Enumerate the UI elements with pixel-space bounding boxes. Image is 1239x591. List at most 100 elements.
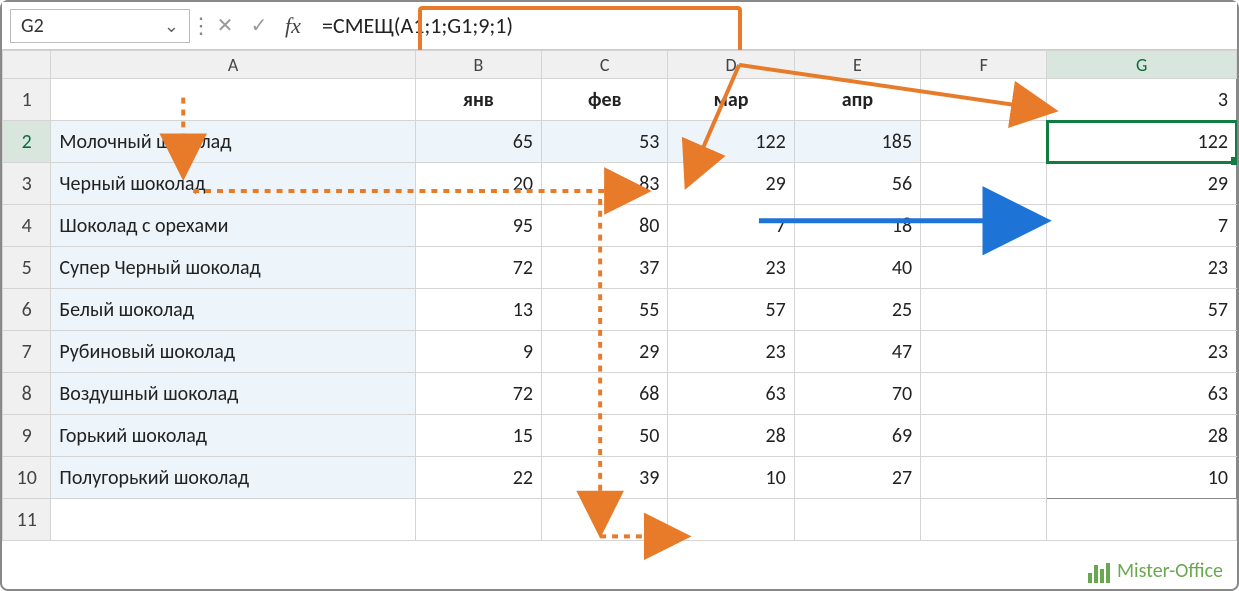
cell-D1[interactable]: мар [668,79,794,121]
cell-C5[interactable]: 37 [542,247,668,289]
cell-G6[interactable]: 57 [1047,289,1237,331]
cell-A7[interactable]: Рубиновый шоколад [51,331,415,373]
spreadsheet-grid[interactable]: A B C D E F G 1 янв фев мар апр 3 2 Моло… [2,50,1237,589]
col-header-A[interactable]: A [51,51,415,79]
col-header-B[interactable]: B [415,51,541,79]
cell-A2[interactable]: Молочный шоколад [51,121,415,163]
cell-D9[interactable]: 28 [668,415,794,457]
cell-B3[interactable]: 20 [415,163,541,205]
cell-F7[interactable] [921,331,1047,373]
select-all-corner[interactable] [3,51,51,79]
cell-D6[interactable]: 57 [668,289,794,331]
cell-C4[interactable]: 80 [542,205,668,247]
cell-B7[interactable]: 9 [415,331,541,373]
col-header-G[interactable]: G [1047,51,1237,79]
row-header-10[interactable]: 10 [3,457,51,499]
name-box[interactable]: G2 ⌄ [10,9,190,43]
cell-A1[interactable] [51,79,415,121]
fx-icon[interactable]: fx [278,11,308,41]
cell-G4[interactable]: 7 [1047,205,1237,247]
cell-D3[interactable]: 29 [668,163,794,205]
cell-C11[interactable] [542,499,668,541]
cell-D10[interactable]: 10 [668,457,794,499]
cell-G11[interactable] [1047,499,1237,541]
cell-E10[interactable]: 27 [794,457,920,499]
cell-B4[interactable]: 95 [415,205,541,247]
row-header-7[interactable]: 7 [3,331,51,373]
chevron-down-icon[interactable]: ⌄ [164,15,179,37]
cell-A11[interactable] [51,499,415,541]
enter-icon[interactable]: ✓ [244,11,274,41]
cell-F11[interactable] [921,499,1047,541]
cell-F8[interactable] [921,373,1047,415]
cell-F6[interactable] [921,289,1047,331]
cell-E6[interactable]: 25 [794,289,920,331]
cell-D4[interactable]: 7 [668,205,794,247]
cell-E4[interactable]: 18 [794,205,920,247]
cell-B1[interactable]: янв [415,79,541,121]
cell-F5[interactable] [921,247,1047,289]
cell-E2[interactable]: 185 [794,121,920,163]
cell-C6[interactable]: 55 [542,289,668,331]
cell-F1[interactable] [921,79,1047,121]
cell-A6[interactable]: Белый шоколад [51,289,415,331]
cell-B5[interactable]: 72 [415,247,541,289]
cell-C8[interactable]: 68 [542,373,668,415]
cell-B9[interactable]: 15 [415,415,541,457]
cell-B11[interactable] [415,499,541,541]
cell-E8[interactable]: 70 [794,373,920,415]
row-header-11[interactable]: 11 [3,499,51,541]
cell-G8[interactable]: 63 [1047,373,1237,415]
cell-C9[interactable]: 50 [542,415,668,457]
cell-G1[interactable]: 3 [1047,79,1237,121]
cell-C7[interactable]: 29 [542,331,668,373]
cell-A5[interactable]: Супер Черный шоколад [51,247,415,289]
row-header-8[interactable]: 8 [3,373,51,415]
cell-E11[interactable] [794,499,920,541]
cell-G3[interactable]: 29 [1047,163,1237,205]
cell-D5[interactable]: 23 [668,247,794,289]
col-header-D[interactable]: D [668,51,794,79]
cell-C3[interactable]: 83 [542,163,668,205]
col-header-F[interactable]: F [921,51,1047,79]
row-header-3[interactable]: 3 [3,163,51,205]
cell-E7[interactable]: 47 [794,331,920,373]
cell-A8[interactable]: Воздушный шоколад [51,373,415,415]
row-header-5[interactable]: 5 [3,247,51,289]
cell-C1[interactable]: фев [542,79,668,121]
cell-E9[interactable]: 69 [794,415,920,457]
cell-F3[interactable] [921,163,1047,205]
cell-F10[interactable] [921,457,1047,499]
row-header-6[interactable]: 6 [3,289,51,331]
cell-G10[interactable]: 10 [1047,457,1237,499]
cell-B8[interactable]: 72 [415,373,541,415]
cell-E1[interactable]: апр [794,79,920,121]
cell-C2[interactable]: 53 [542,121,668,163]
cell-E5[interactable]: 40 [794,247,920,289]
cell-F4[interactable] [921,205,1047,247]
cell-E3[interactable]: 56 [794,163,920,205]
formula-input[interactable]: =СМЕЩ(A1;1;G1;9;1) [310,9,1229,43]
cell-G5[interactable]: 23 [1047,247,1237,289]
cell-A9[interactable]: Горький шоколад [51,415,415,457]
cell-F9[interactable] [921,415,1047,457]
cell-D8[interactable]: 63 [668,373,794,415]
cell-B2[interactable]: 65 [415,121,541,163]
cell-A4[interactable]: Шоколад с орехами [51,205,415,247]
row-header-9[interactable]: 9 [3,415,51,457]
cell-D2[interactable]: 122 [668,121,794,163]
col-header-C[interactable]: C [542,51,668,79]
cancel-icon[interactable]: ✕ [210,11,240,41]
row-header-4[interactable]: 4 [3,205,51,247]
cell-A3[interactable]: Черный шоколад [51,163,415,205]
row-header-1[interactable]: 1 [3,79,51,121]
cell-G2[interactable]: 122 [1047,121,1237,163]
cell-C10[interactable]: 39 [542,457,668,499]
cell-D11[interactable] [668,499,794,541]
cell-F2[interactable] [921,121,1047,163]
col-header-E[interactable]: E [794,51,920,79]
cell-B6[interactable]: 13 [415,289,541,331]
cell-G7[interactable]: 23 [1047,331,1237,373]
row-header-2[interactable]: 2 [3,121,51,163]
cell-A10[interactable]: Полугорький шоколад [51,457,415,499]
